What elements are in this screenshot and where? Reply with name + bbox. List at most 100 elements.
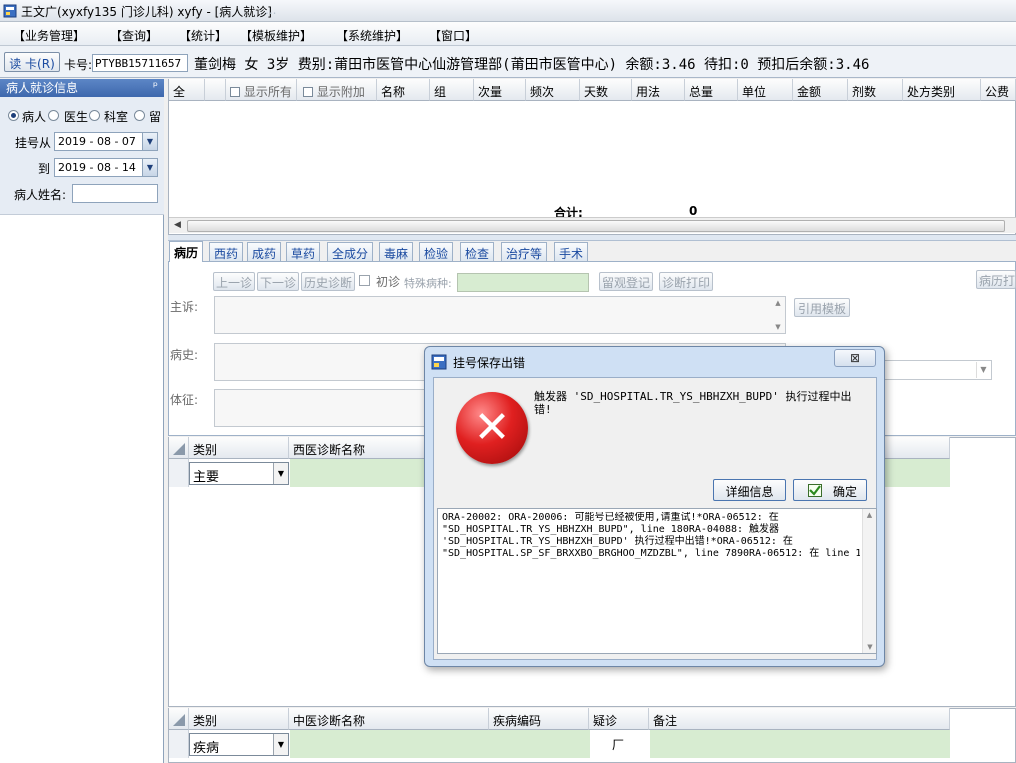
chinese-category-select[interactable]: 疾病 ▼: [189, 733, 289, 756]
read-card-button[interactable]: 读 卡(R): [4, 52, 60, 72]
horizontal-scrollbar[interactable]: ◀: [169, 217, 1016, 233]
close-icon[interactable]: ⊠: [834, 349, 876, 367]
details-button[interactable]: 详细信息: [713, 479, 786, 501]
cite-template-button[interactable]: 引用模板: [794, 298, 850, 317]
menu-template[interactable]: 【模板维护】: [240, 27, 312, 44]
filter-area: 病人 医生 科室 留 挂号从 2019 - 08 - 07 ▼ 到 2019 -…: [0, 97, 164, 215]
next-visit-button[interactable]: 下一诊: [257, 272, 299, 291]
ok-button[interactable]: 确定: [793, 479, 867, 501]
corner-triangle-icon: [173, 443, 185, 455]
chevron-down-icon[interactable]: ▼: [142, 159, 157, 176]
chevron-down-icon[interactable]: ▼: [273, 734, 288, 755]
radio-department[interactable]: [89, 110, 100, 121]
from-date-picker[interactable]: 2019 - 08 - 07 ▼: [54, 132, 158, 151]
col-disease-code[interactable]: 疾病编码: [489, 708, 589, 730]
tab-full-ingredients[interactable]: 全成分: [327, 242, 374, 261]
col-show-extra[interactable]: 显示附加: [297, 79, 377, 101]
prescription-grid: [168, 79, 1016, 235]
scroll-down-icon[interactable]: ▼: [863, 643, 877, 651]
card-label: 卡号:: [64, 58, 93, 72]
col-show-all[interactable]: 显示所有: [226, 79, 297, 101]
error-dialog: 挂号保存出错 ⊠ ✕ 触发器 'SD_HOSPITAL.TR_YS_HBHZXH…: [424, 346, 885, 667]
tab-examination[interactable]: 检查: [460, 242, 495, 261]
vertical-scrollbar[interactable]: ▲ ▼: [862, 509, 876, 653]
col-public[interactable]: 公费: [981, 79, 1016, 101]
col-doses[interactable]: 剂数: [848, 79, 903, 101]
exam-label: 体征:: [170, 393, 199, 407]
scroll-up-icon[interactable]: ▲: [863, 511, 876, 519]
col-amount[interactable]: 金额: [793, 79, 848, 101]
menu-system[interactable]: 【系统维护】: [336, 27, 408, 44]
menu-query[interactable]: 【查询】: [110, 27, 158, 44]
col-category[interactable]: 类别: [189, 708, 289, 730]
total-value: 0: [689, 204, 698, 218]
history-label: 病史:: [170, 348, 199, 362]
col-usage[interactable]: 用法: [632, 79, 685, 101]
col-all[interactable]: 全: [169, 79, 205, 101]
col-remarks[interactable]: 备注: [649, 708, 950, 730]
special-disease-field[interactable]: [457, 273, 589, 292]
to-date-picker[interactable]: 2019 - 08 - 14 ▼: [54, 158, 158, 177]
show-all-label: 显示所有: [243, 85, 292, 99]
suspected-checkbox[interactable]: 厂: [612, 736, 624, 753]
record-print-button[interactable]: 病历打: [976, 270, 1016, 289]
col-total[interactable]: 总量: [685, 79, 738, 101]
show-extra-checkbox[interactable]: [303, 87, 313, 97]
radio-patient-label: 病人: [22, 110, 47, 124]
tab-lab-test[interactable]: 检验: [419, 242, 454, 261]
chevron-down-icon[interactable]: ▼: [976, 362, 990, 378]
col-suspected[interactable]: 疑诊: [589, 708, 649, 730]
diagnosis-print-button[interactable]: 诊断打印: [659, 272, 713, 291]
chevron-down-icon[interactable]: ▼: [142, 133, 157, 150]
col-group[interactable]: 组: [430, 79, 474, 101]
western-category-select[interactable]: 主要 ▼: [189, 462, 289, 485]
card-number-field[interactable]: PTYBB15711657: [92, 54, 188, 72]
tab-treatment[interactable]: 治疗等: [501, 242, 548, 261]
splitter[interactable]: [168, 235, 1016, 241]
chevron-down-icon[interactable]: ▼: [273, 463, 288, 484]
show-extra-label: 显示附加: [316, 85, 365, 99]
radio-department-label: 科室: [104, 110, 129, 124]
scroll-left-icon[interactable]: ◀: [170, 219, 185, 232]
col-name[interactable]: 名称: [377, 79, 430, 101]
observation-register-button[interactable]: 留观登记: [599, 272, 653, 291]
scroll-thumb[interactable]: [187, 220, 1005, 232]
col-dose[interactable]: 次量: [474, 79, 526, 101]
tab-herbal[interactable]: 草药: [286, 242, 321, 261]
radio-stay[interactable]: [134, 110, 145, 121]
col-days[interactable]: 天数: [580, 79, 632, 101]
radio-patient[interactable]: [8, 110, 19, 121]
menu-window[interactable]: 【窗口】: [429, 27, 477, 44]
menu-statistics[interactable]: 【统计】: [179, 27, 227, 44]
dialog-app-icon: [431, 354, 447, 370]
history-diagnosis-button[interactable]: 历史诊断: [301, 272, 355, 291]
menu-business[interactable]: 【业务管理】: [13, 27, 85, 44]
tab-narcotics[interactable]: 毒麻: [379, 242, 414, 261]
col-category[interactable]: 类别: [189, 437, 289, 459]
to-date-value: 2019 - 08 - 14: [58, 161, 136, 174]
chief-complaint-input[interactable]: ▲ ▼: [214, 296, 786, 334]
tab-western-medicine[interactable]: 西药: [209, 242, 244, 261]
scroll-arrows-icon[interactable]: ▲ ▼: [771, 297, 785, 333]
pin-icon[interactable]: ᵖ: [153, 79, 158, 93]
col-blank: [205, 79, 226, 101]
first-visit-checkbox[interactable]: [359, 275, 370, 286]
tab-record[interactable]: 病历: [169, 241, 204, 262]
col-frequency[interactable]: 频次: [526, 79, 580, 101]
prev-visit-button[interactable]: 上一诊: [213, 272, 255, 291]
tab-patent-medicine[interactable]: 成药: [247, 242, 282, 261]
col-unit[interactable]: 单位: [738, 79, 793, 101]
suspected-cell[interactable]: 厂: [590, 730, 649, 758]
col-rx-category[interactable]: 处方类别: [903, 79, 981, 101]
radio-doctor[interactable]: [48, 110, 59, 121]
error-details-textarea[interactable]: ORA-20002: ORA-20006: 可能号已经被使用,请重试!*ORA-…: [437, 508, 877, 654]
patient-bar: 读 卡(R) 卡号: PTYBB15711657 董剑梅 女 3岁 费别:莆田市…: [0, 46, 1016, 78]
first-visit-label: 初诊: [376, 275, 401, 289]
col-chinese-diagnosis[interactable]: 中医诊断名称: [289, 708, 489, 730]
remarks-cell[interactable]: [650, 730, 950, 758]
error-details-text: ORA-20002: ORA-20006: 可能号已经被使用,请重试!*ORA-…: [442, 512, 860, 559]
patient-name-input[interactable]: [72, 184, 158, 203]
chinese-diagnosis-cell[interactable]: [290, 730, 590, 758]
show-all-checkbox[interactable]: [230, 87, 240, 97]
tab-surgery[interactable]: 手术: [554, 242, 589, 261]
